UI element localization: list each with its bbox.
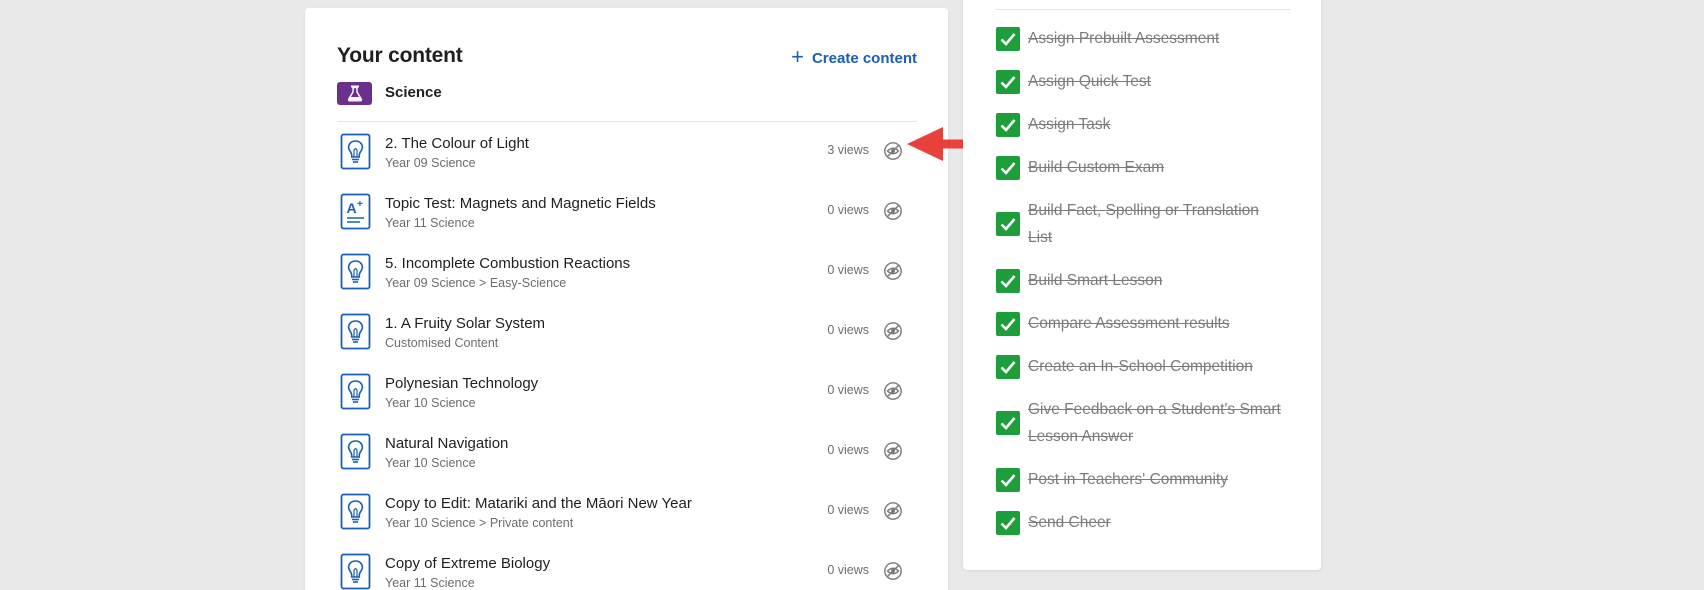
task-label: Give Feedback on a Student's Smart Lesso… <box>1028 401 1281 445</box>
task-item[interactable]: Compare Assessment results <box>996 302 1296 345</box>
checkbox-checked-icon[interactable] <box>996 268 1020 293</box>
list-item[interactable]: 2. The Colour of Light Year 09 Science 3… <box>337 126 917 186</box>
item-subtitle: Year 10 Science <box>385 396 476 410</box>
task-label: Send Cheer <box>1028 514 1111 531</box>
task-label: Post in Teachers' Community <box>1028 471 1228 488</box>
item-views: 0 views <box>827 203 869 217</box>
lightbulb-icon <box>340 493 371 530</box>
checkbox-checked-icon[interactable] <box>996 69 1020 94</box>
task-label: Compare Assessment results <box>1028 315 1230 332</box>
your-content-card: Your content + Create content Science 2.… <box>305 8 948 590</box>
task-item[interactable]: Assign Quick Test <box>996 60 1296 103</box>
lightbulb-icon <box>340 313 371 350</box>
checkbox-checked-icon[interactable] <box>996 411 1020 435</box>
svg-text:A: A <box>347 200 357 216</box>
task-label: Build Custom Exam <box>1028 159 1165 176</box>
item-title: 5. Incomplete Combustion Reactions <box>385 255 631 272</box>
eye-slash-icon[interactable] <box>883 141 903 161</box>
item-views: 0 views <box>827 383 869 397</box>
task-item[interactable]: Send Cheer <box>996 501 1296 544</box>
checkbox-checked-icon[interactable] <box>996 354 1020 379</box>
create-content-button[interactable]: + Create content <box>791 43 917 69</box>
item-title: 2. The Colour of Light <box>385 135 529 152</box>
item-views: 0 views <box>827 263 869 277</box>
lightbulb-icon <box>340 553 371 590</box>
checkbox-checked-icon[interactable] <box>996 155 1020 180</box>
list-item[interactable]: Polynesian Technology Year 10 Science 0 … <box>337 366 917 426</box>
task-item[interactable]: Build Fact, Spelling or Translation List <box>996 189 1296 259</box>
eye-slash-icon[interactable] <box>883 201 903 221</box>
eye-slash-icon[interactable] <box>883 561 903 581</box>
item-title: Topic Test: Magnets and Magnetic Fields <box>385 195 656 212</box>
eye-slash-icon[interactable] <box>883 441 903 461</box>
test-grade-icon: A + <box>340 193 371 230</box>
tasks-checklist-card: Assign Prebuilt Assessment Assign Quick … <box>963 0 1321 570</box>
checkbox-checked-icon[interactable] <box>996 212 1020 236</box>
task-label: Create an In-School Competition <box>1028 358 1253 375</box>
list-item[interactable]: 5. Incomplete Combustion Reactions Year … <box>337 246 917 306</box>
item-title: Copy to Edit: Matariki and the Māori New… <box>385 495 692 512</box>
task-list: Assign Prebuilt Assessment Assign Quick … <box>996 17 1296 544</box>
subject-label: Science <box>385 84 442 101</box>
task-label: Assign Quick Test <box>1028 73 1151 90</box>
task-item[interactable]: Build Smart Lesson <box>996 259 1296 302</box>
checkbox-checked-icon[interactable] <box>996 112 1020 137</box>
eye-slash-icon[interactable] <box>883 381 903 401</box>
task-item[interactable]: Build Custom Exam <box>996 146 1296 189</box>
lightbulb-icon <box>340 373 371 410</box>
eye-slash-icon[interactable] <box>883 321 903 341</box>
item-subtitle: Year 11 Science <box>385 216 475 230</box>
item-subtitle: Year 09 Science > Easy-Science <box>385 276 567 290</box>
subject-header: Science <box>337 82 917 122</box>
task-label: Build Fact, Spelling or Translation List <box>1028 202 1259 246</box>
plus-icon: + <box>791 43 804 69</box>
task-item[interactable]: Post in Teachers' Community <box>996 458 1296 501</box>
lightbulb-icon <box>340 433 371 470</box>
item-title: Polynesian Technology <box>385 375 539 392</box>
task-label: Assign Task <box>1028 116 1111 133</box>
item-views: 3 views <box>827 143 869 157</box>
divider <box>995 9 1290 10</box>
task-label: Assign Prebuilt Assessment <box>1028 30 1220 47</box>
item-title: Natural Navigation <box>385 435 509 452</box>
item-title: Copy of Extreme Biology <box>385 555 551 572</box>
item-subtitle: Year 10 Science > Private content <box>385 516 574 530</box>
list-item[interactable]: Natural Navigation Year 10 Science 0 vie… <box>337 426 917 486</box>
item-title: 1. A Fruity Solar System <box>385 315 546 332</box>
checkbox-checked-icon[interactable] <box>996 510 1020 535</box>
task-item[interactable]: Assign Prebuilt Assessment <box>996 17 1296 60</box>
content-header: Your content + Create content <box>337 44 917 74</box>
item-subtitle: Year 09 Science <box>385 156 476 170</box>
checkbox-checked-icon[interactable] <box>996 311 1020 336</box>
flask-icon <box>337 82 372 105</box>
checkbox-checked-icon[interactable] <box>996 26 1020 51</box>
task-item[interactable]: Assign Task <box>996 103 1296 146</box>
create-content-label: Create content <box>811 50 917 67</box>
content-list: 2. The Colour of Light Year 09 Science 3… <box>337 126 917 590</box>
item-views: 0 views <box>827 563 869 577</box>
list-item[interactable]: Copy of Extreme Biology Year 11 Science … <box>337 546 917 590</box>
checkbox-checked-icon[interactable] <box>996 467 1020 492</box>
svg-text:+: + <box>357 199 363 210</box>
list-item[interactable]: 1. A Fruity Solar System Customised Cont… <box>337 306 917 366</box>
item-subtitle: Year 11 Science <box>385 576 475 590</box>
task-item[interactable]: Give Feedback on a Student's Smart Lesso… <box>996 388 1296 458</box>
eye-slash-icon[interactable] <box>883 261 903 281</box>
lightbulb-icon <box>340 253 371 290</box>
item-subtitle: Customised Content <box>385 336 499 350</box>
eye-slash-icon[interactable] <box>883 501 903 521</box>
page-title: Your content <box>337 44 463 67</box>
item-views: 0 views <box>827 323 869 337</box>
task-label: Build Smart Lesson <box>1028 272 1163 289</box>
list-item[interactable]: Copy to Edit: Matariki and the Māori New… <box>337 486 917 546</box>
item-views: 0 views <box>827 443 869 457</box>
list-item[interactable]: A + Topic Test: Magnets and Magnetic Fie… <box>337 186 917 246</box>
item-subtitle: Year 10 Science <box>385 456 476 470</box>
lightbulb-icon <box>340 133 371 170</box>
task-item[interactable]: Create an In-School Competition <box>996 345 1296 388</box>
item-views: 0 views <box>827 503 869 517</box>
